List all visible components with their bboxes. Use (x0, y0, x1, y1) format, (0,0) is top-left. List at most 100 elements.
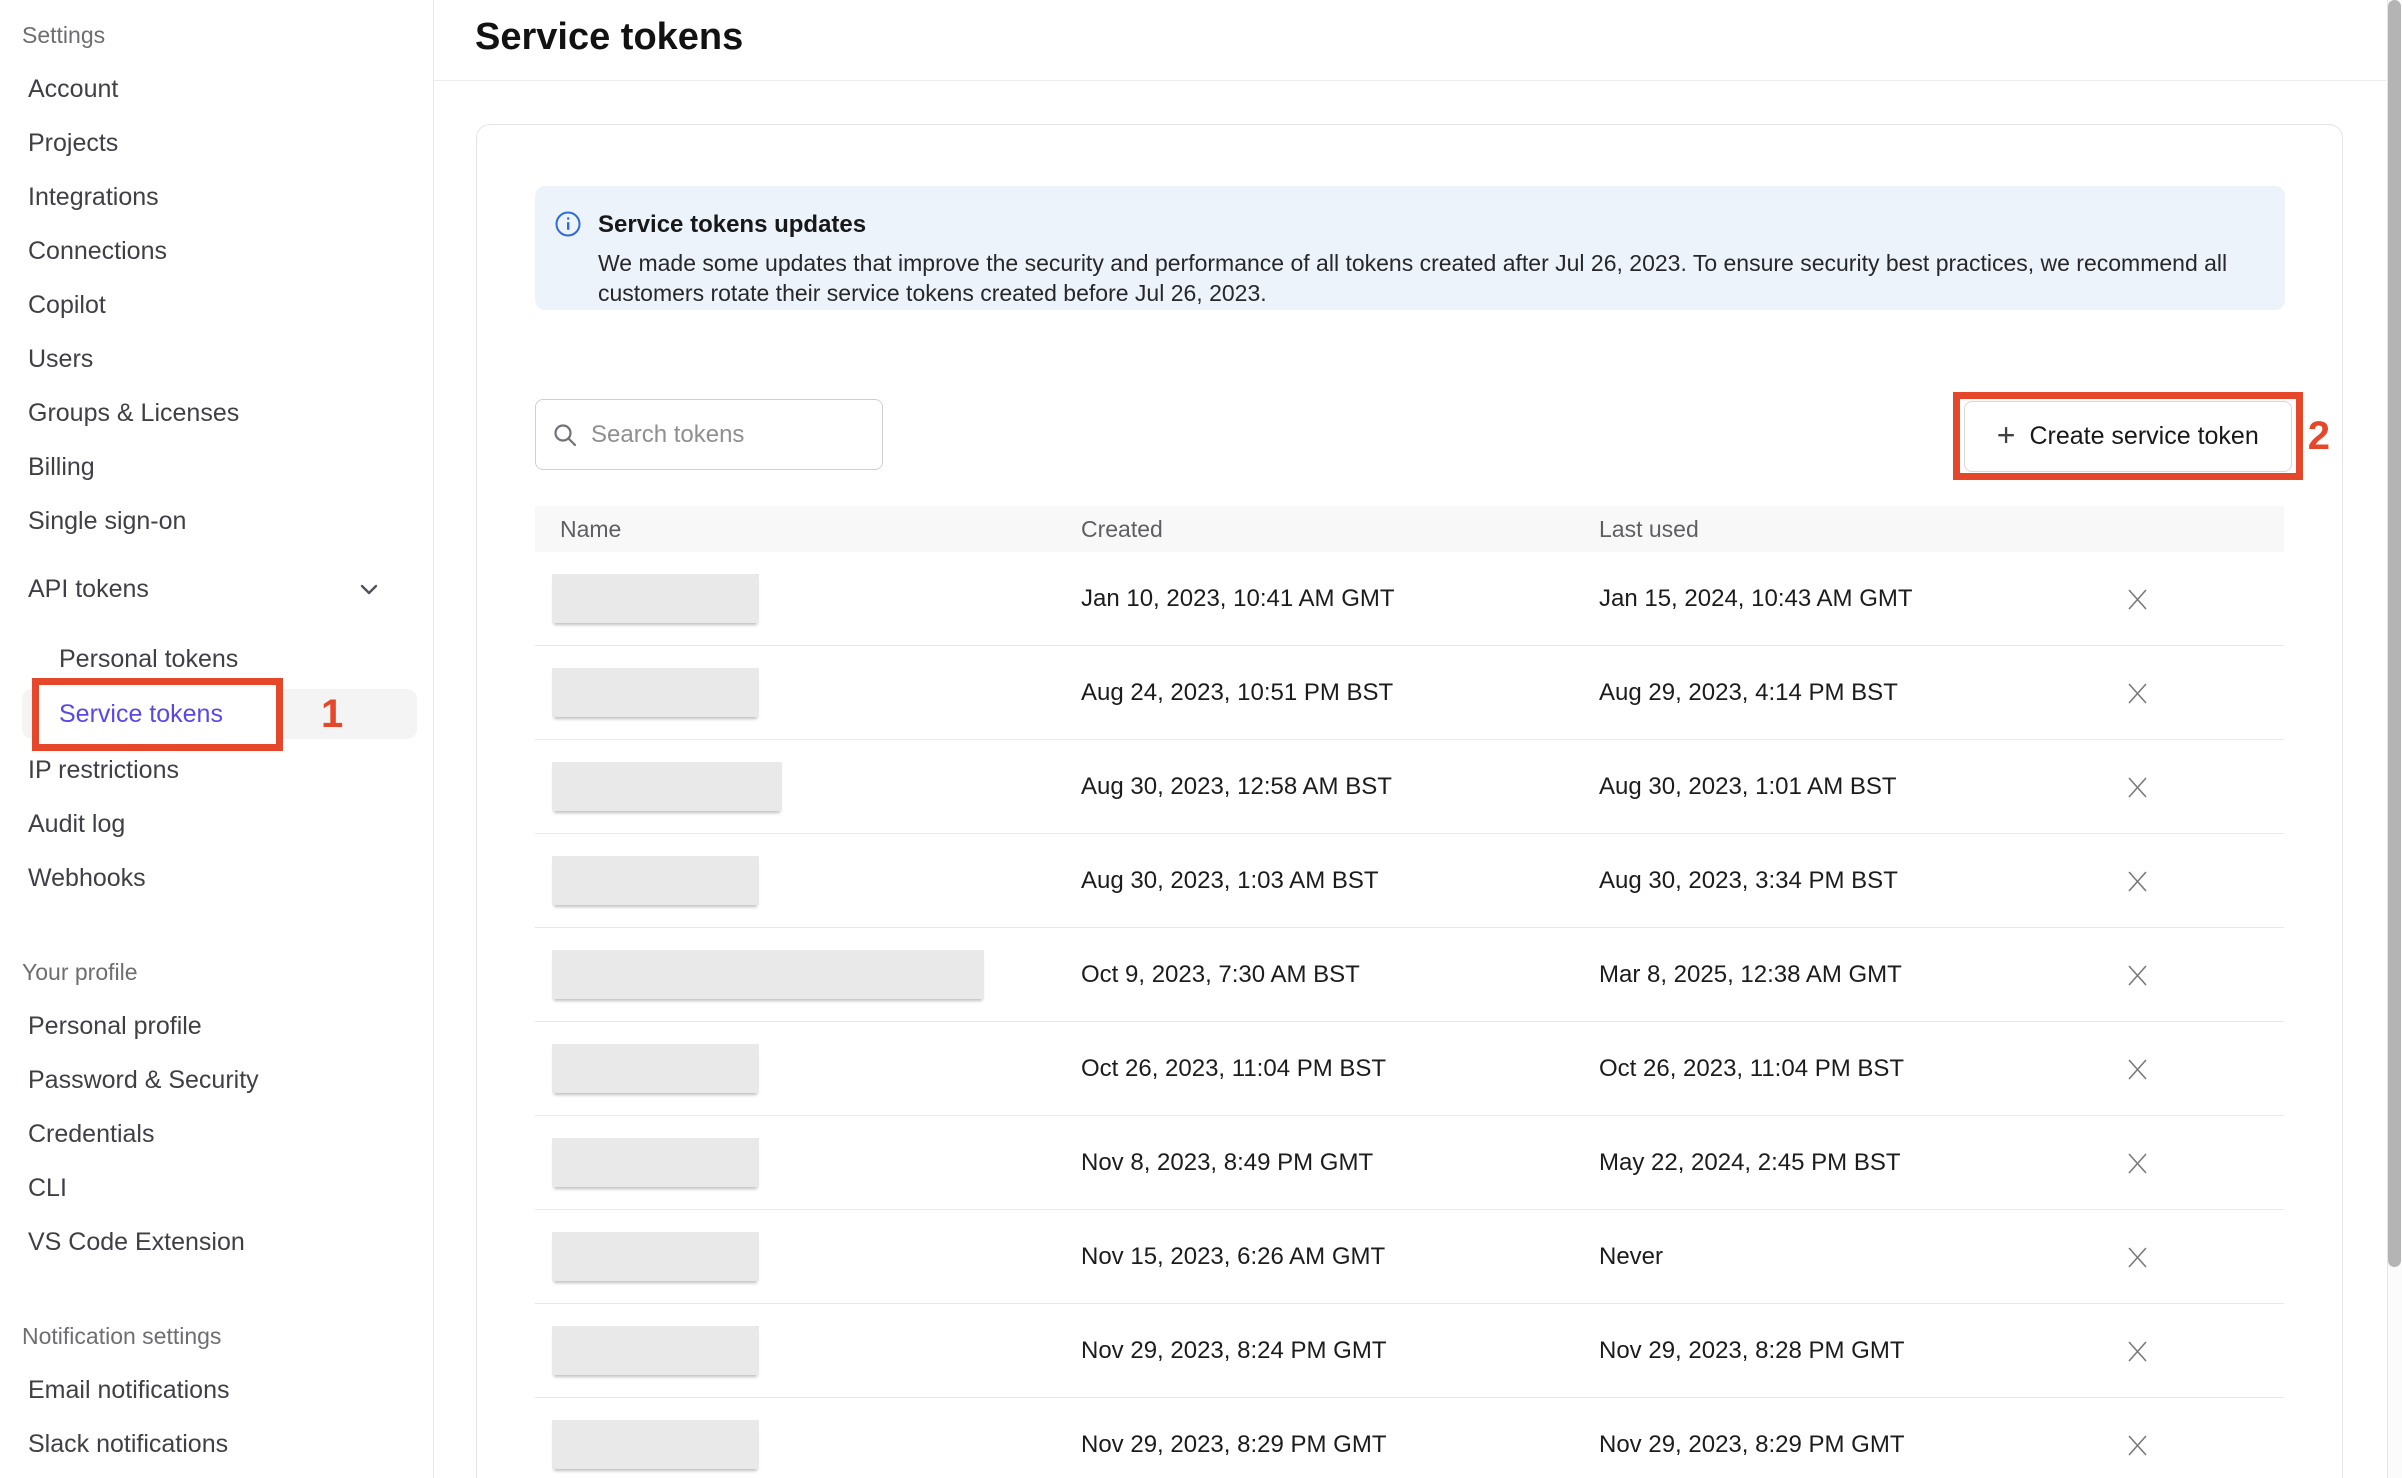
created-cell: Aug 24, 2023, 10:51 PM BST (1081, 679, 1599, 707)
service-tokens-table: Name Created Last used Jan 10, 2023, 10:… (535, 506, 2284, 1478)
create-service-token-button[interactable]: + Create service token (1964, 401, 2292, 472)
info-icon (555, 211, 581, 310)
created-cell: Nov 29, 2023, 8:24 PM GMT (1081, 1337, 1599, 1365)
create-button-label: Create service token (2029, 422, 2258, 451)
sidebar-item-api-tokens[interactable]: API tokens (0, 562, 433, 616)
redacted-name-block (552, 1138, 759, 1187)
sidebar-section-notification-settings: Notification settings (0, 1309, 433, 1363)
redacted-name-block (552, 1420, 759, 1469)
sidebar-item-connections[interactable]: Connections (0, 224, 433, 278)
table-row: Jan 10, 2023, 10:41 AM GMT Jan 15, 2024,… (535, 552, 2284, 646)
last-used-cell: Nov 29, 2023, 8:29 PM GMT (1599, 1431, 2099, 1459)
sidebar-item-users[interactable]: Users (0, 332, 433, 386)
sidebar-item-password-security[interactable]: Password & Security (0, 1053, 433, 1107)
sidebar-item-vs-code-extension[interactable]: VS Code Extension (0, 1215, 433, 1269)
sidebar-item-service-tokens-active-row: Service tokens 1 (0, 678, 433, 751)
close-icon[interactable] (2124, 680, 2150, 706)
close-icon[interactable] (2124, 1150, 2150, 1176)
table-row: Aug 30, 2023, 1:03 AM BST Aug 30, 2023, … (535, 834, 2284, 928)
sidebar-section-your-profile: Your profile (0, 945, 433, 999)
info-banner: Service tokens updates We made some upda… (535, 186, 2285, 310)
redacted-name-block (552, 1044, 759, 1093)
created-cell: Oct 9, 2023, 7:30 AM BST (1081, 961, 1599, 989)
annotation-step-number-1: 1 (321, 692, 343, 737)
last-used-cell: Aug 30, 2023, 3:34 PM BST (1599, 867, 2099, 895)
settings-sidebar: Settings Account Projects Integrations C… (0, 0, 434, 1478)
close-icon[interactable] (2124, 962, 2150, 988)
close-icon[interactable] (2124, 774, 2150, 800)
sidebar-item-webhooks[interactable]: Webhooks (0, 851, 433, 905)
sidebar-item-account[interactable]: Account (0, 62, 433, 116)
table-row: Aug 24, 2023, 10:51 PM BST Aug 29, 2023,… (535, 646, 2284, 740)
sidebar-item-billing[interactable]: Billing (0, 440, 433, 494)
sidebar-item-email-notifications[interactable]: Email notifications (0, 1363, 433, 1417)
last-used-cell: Jan 15, 2024, 10:43 AM GMT (1599, 585, 2099, 613)
created-cell: Aug 30, 2023, 12:58 AM BST (1081, 773, 1599, 801)
sidebar-item-projects[interactable]: Projects (0, 116, 433, 170)
table-row: Nov 29, 2023, 8:24 PM GMT Nov 29, 2023, … (535, 1304, 2284, 1398)
banner-body: We made some updates that improve the se… (598, 248, 2240, 308)
sidebar-item-ip-restrictions[interactable]: IP restrictions (0, 743, 433, 797)
redacted-name-block (552, 1232, 759, 1281)
search-input[interactable] (591, 421, 901, 449)
close-icon[interactable] (2124, 868, 2150, 894)
sidebar-item-label: API tokens (28, 575, 149, 604)
sidebar-item-audit-log[interactable]: Audit log (0, 797, 433, 851)
sidebar-item-cli[interactable]: CLI (0, 1161, 433, 1215)
close-icon[interactable] (2124, 1338, 2150, 1364)
sidebar-item-copilot[interactable]: Copilot (0, 278, 433, 332)
last-used-cell: Mar 8, 2025, 12:38 AM GMT (1599, 961, 2099, 989)
table-row: Nov 8, 2023, 8:49 PM GMT May 22, 2024, 2… (535, 1116, 2284, 1210)
created-cell: Nov 29, 2023, 8:29 PM GMT (1081, 1431, 1599, 1459)
close-icon[interactable] (2124, 1432, 2150, 1458)
created-cell: Oct 26, 2023, 11:04 PM BST (1081, 1055, 1599, 1083)
annotation-box-2: + Create service token (1953, 392, 2303, 480)
sidebar-item-groups-licenses[interactable]: Groups & Licenses (0, 386, 433, 440)
close-icon[interactable] (2124, 1056, 2150, 1082)
last-used-cell: Nov 29, 2023, 8:28 PM GMT (1599, 1337, 2099, 1365)
vertical-scrollbar-thumb[interactable] (2388, 0, 2401, 1267)
redacted-name-block (552, 668, 759, 717)
last-used-cell: Aug 29, 2023, 4:14 PM BST (1599, 679, 2099, 707)
last-used-cell: Aug 30, 2023, 1:01 AM BST (1599, 773, 2099, 801)
sidebar-section-settings: Settings (0, 8, 433, 62)
close-icon[interactable] (2124, 1244, 2150, 1270)
column-header-last-used: Last used (1599, 516, 2099, 543)
sidebar-item-integrations[interactable]: Integrations (0, 170, 433, 224)
redacted-name-block (552, 1326, 759, 1375)
annotation-step-number-2: 2 (2308, 414, 2330, 459)
created-cell: Aug 30, 2023, 1:03 AM BST (1081, 867, 1599, 895)
annotation-box-1[interactable]: Service tokens (32, 678, 283, 751)
sidebar-item-credentials[interactable]: Credentials (0, 1107, 433, 1161)
search-box[interactable] (535, 399, 883, 470)
column-header-created: Created (1081, 516, 1599, 543)
create-annotation-group: + Create service token 2 (1953, 392, 2330, 480)
table-row: Aug 30, 2023, 12:58 AM BST Aug 30, 2023,… (535, 740, 2284, 834)
created-cell: Nov 15, 2023, 6:26 AM GMT (1081, 1243, 1599, 1271)
table-row: Oct 26, 2023, 11:04 PM BST Oct 26, 2023,… (535, 1022, 2284, 1116)
table-row: Nov 29, 2023, 8:29 PM GMT Nov 29, 2023, … (535, 1398, 2284, 1478)
close-icon[interactable] (2124, 586, 2150, 612)
sidebar-item-slack-notifications[interactable]: Slack notifications (0, 1417, 433, 1471)
last-used-cell: Oct 26, 2023, 11:04 PM BST (1599, 1055, 2099, 1083)
redacted-name-block (552, 762, 782, 811)
table-toolbar: + Create service token 2 (535, 399, 2284, 470)
vertical-scrollbar-track[interactable] (2387, 0, 2402, 1478)
created-cell: Jan 10, 2023, 10:41 AM GMT (1081, 585, 1599, 613)
table-row: Oct 9, 2023, 7:30 AM BST Mar 8, 2025, 12… (535, 928, 2284, 1022)
column-header-name: Name (535, 516, 1081, 543)
plus-icon: + (1997, 419, 2016, 451)
sidebar-item-personal-profile[interactable]: Personal profile (0, 999, 433, 1053)
sidebar-item-service-tokens[interactable]: Service tokens (59, 700, 223, 729)
sidebar-item-single-sign-on[interactable]: Single sign-on (0, 494, 433, 548)
service-tokens-card: Service tokens updates We made some upda… (476, 124, 2343, 1478)
redacted-name-block (552, 950, 984, 999)
table-row: Nov 15, 2023, 6:26 AM GMT Never (535, 1210, 2284, 1304)
redacted-name-block (552, 856, 759, 905)
chevron-down-icon (357, 577, 381, 601)
created-cell: Nov 8, 2023, 8:49 PM GMT (1081, 1149, 1599, 1177)
redacted-name-block (552, 574, 759, 623)
page-title: Service tokens (475, 16, 743, 59)
last-used-cell: May 22, 2024, 2:45 PM BST (1599, 1149, 2099, 1177)
banner-title: Service tokens updates (598, 211, 2240, 239)
